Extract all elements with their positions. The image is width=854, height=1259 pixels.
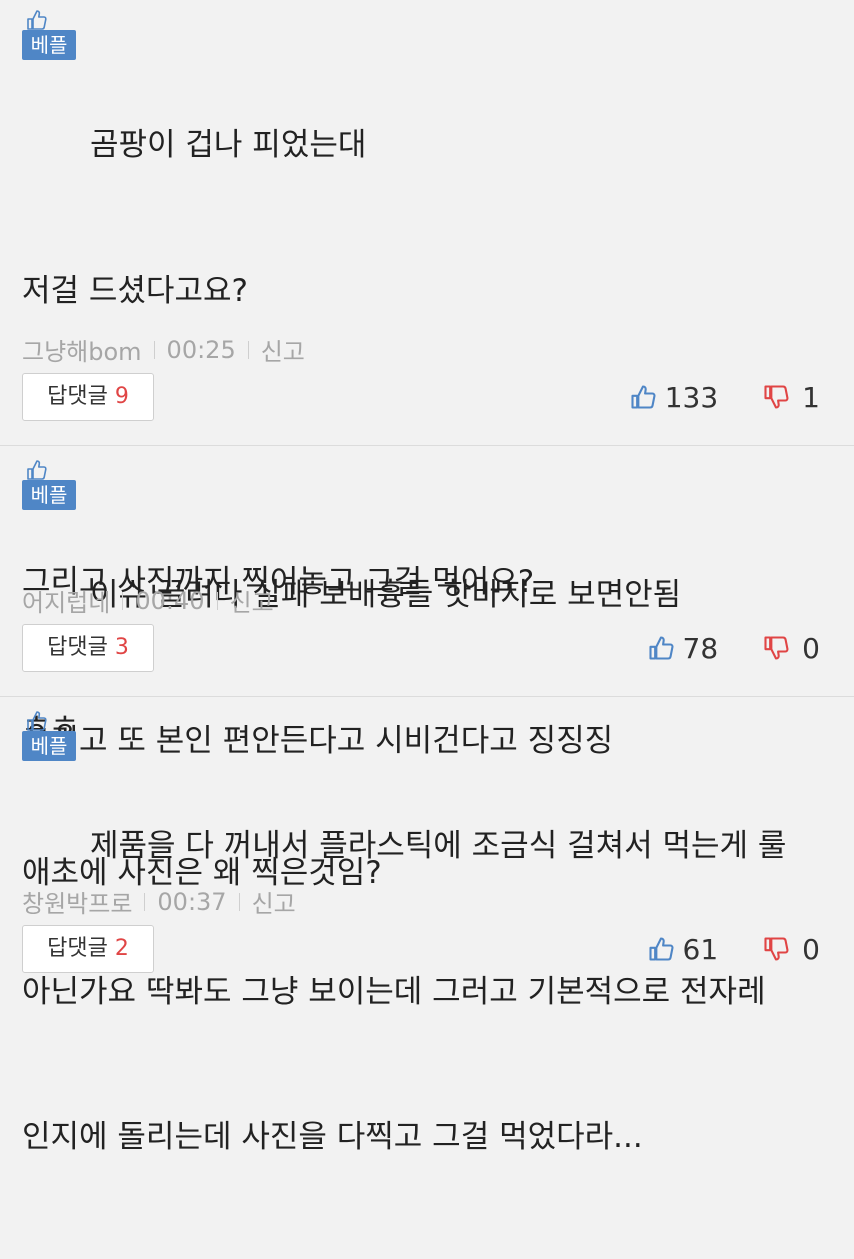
timestamp: 00:40 [135,586,205,615]
thumbs-down-icon[interactable] [762,383,790,411]
author-name[interactable]: 어지럽네 [22,583,110,618]
reply-label: 답댓글 [47,936,108,961]
thumbs-up-icon[interactable] [647,634,675,662]
comment-line: 아닌가요 딱봐도 그냥 보이는데 그러고 기본적으로 전자레 [22,973,766,1010]
thumbs-down-icon[interactable] [762,935,790,963]
vote-area: 133 1 [629,373,820,421]
thumbs-up-icon[interactable] [629,383,657,411]
timestamp: 00:37 [157,887,227,916]
comment-meta: 어지럽네 00:40 신고 [22,583,274,618]
reply-button[interactable]: 답댓글 2 [22,925,154,973]
comment-meta: 그냥해bom 00:25 신고 [22,332,305,367]
divider [144,892,146,911]
comment-item: 베플 이슈 끌려다 실패 보배흉들 핫바지로 보면안됨 그리고 또 본인 편안든… [0,446,854,759]
reply-button[interactable]: 답댓글 9 [22,373,154,421]
report-link[interactable]: 신고 [261,332,305,367]
reply-count: 2 [114,936,129,961]
vote-area: 78 0 [647,624,820,672]
comment-line: 저걸 드셨다고요? [22,272,248,309]
comment-line: 제품을 다 꺼내서 플라스틱에 조금식 걸쳐서 먹는게 룰 [90,828,787,864]
author-name[interactable]: 그냥해bom [22,332,142,367]
divider [238,892,240,911]
reply-label: 답댓글 [47,635,108,660]
dislike-count: 0 [802,631,820,665]
like-count: 61 [682,932,719,966]
comment-item: 베플 곰팡이 겁나 피었는대 저걸 드셨다고요? 그리고 사진까지 찍어놓고 그… [0,0,854,891]
divider [247,340,249,359]
comment-item: 베플 제품을 다 꺼내서 플라스틱에 조금식 걸쳐서 먹는게 룰 아닌가요 딱봐… [0,697,854,1155]
thumbs-down-icon[interactable] [762,634,790,662]
divider [122,591,124,610]
author-name[interactable]: 창원박프로 [22,884,132,919]
comment-line: 인지에 돌리는데 사진을 다찍고 그걸 먹었다라... [22,1119,643,1155]
timestamp: 00:25 [166,335,236,364]
reply-button[interactable]: 답댓글 3 [22,624,154,672]
vote-area: 61 0 [647,925,820,973]
like-count: 78 [682,631,719,665]
dislike-count: 1 [802,380,820,414]
divider [153,340,155,359]
comment-text: 제품을 다 꺼내서 플라스틱에 조금식 걸쳐서 먹는게 룰 아닌가요 딱봐도 그… [22,725,834,1259]
comment-meta: 창원박프로 00:37 신고 [22,884,296,919]
report-link[interactable]: 신고 [252,884,296,919]
dislike-count: 0 [802,932,820,966]
divider [216,591,218,610]
reply-count: 9 [114,384,129,409]
thumbs-up-icon[interactable] [647,935,675,963]
reply-label: 답댓글 [47,384,108,409]
reply-count: 3 [114,635,129,660]
report-link[interactable]: 신고 [230,583,274,618]
like-count: 133 [664,380,719,414]
comment-line: 곰팡이 겁나 피었는대 [90,127,367,163]
